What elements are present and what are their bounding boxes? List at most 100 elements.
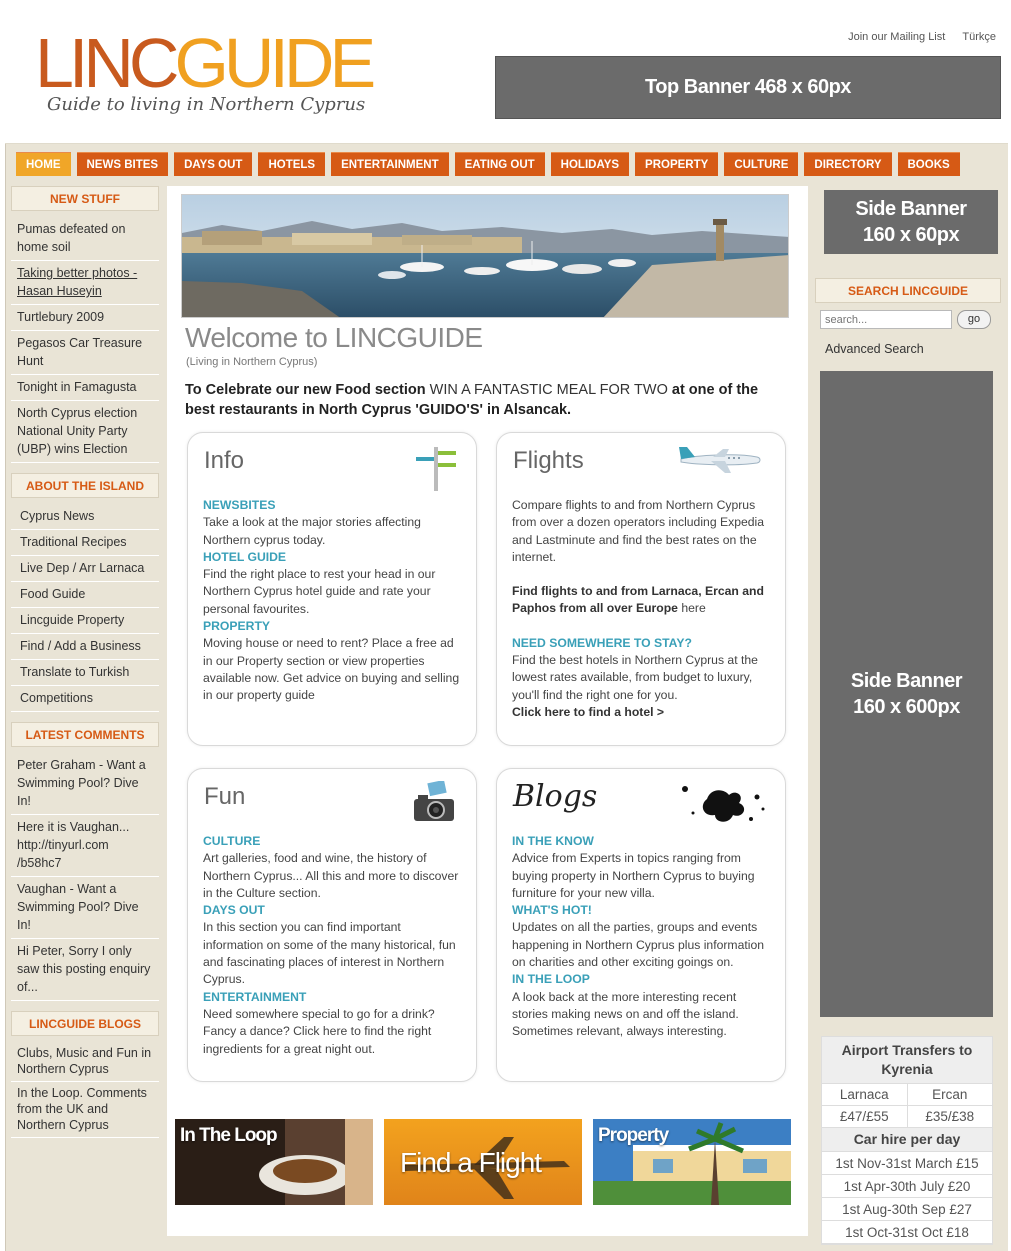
new-stuff-item[interactable]: Taking better photos - Hasan Huseyin: [11, 261, 159, 305]
in-the-know-text: Advice from Experts in topics ranging fr…: [512, 851, 755, 900]
page-title: Welcome to LINCGUIDE: [185, 322, 483, 353]
culture-text: Art galleries, food and wine, the histor…: [203, 851, 459, 900]
comment-item[interactable]: Vaughan - Want a Swimming Pool? Dive In!: [11, 877, 159, 939]
side-banner-small-ad[interactable]: Side Banner 160 x 60px: [824, 190, 998, 254]
find-hotel-link[interactable]: Click here to find a hotel >: [512, 704, 771, 721]
latest-comments-heading: LATEST COMMENTS: [11, 722, 159, 747]
new-stuff-item[interactable]: Pegasos Car Treasure Hunt: [11, 331, 159, 375]
blogs-card-body: IN THE KNOW Advice from Experts in topic…: [512, 833, 771, 1041]
language-link[interactable]: Türkçe: [962, 31, 996, 43]
about-item[interactable]: Cyprus News: [11, 504, 159, 530]
logo-guide: GUIDE: [174, 24, 376, 102]
new-stuff-item[interactable]: Tonight in Famagusta: [11, 375, 159, 401]
fun-card: Fun CULTURE Art galleries, food and wine…: [187, 768, 477, 1082]
promo-tiles: In The Loop Find a Flight Property: [175, 1119, 795, 1205]
comment-item[interactable]: Hi Peter, Sorry I only saw this posting …: [11, 939, 159, 1001]
fun-card-title: Fun: [204, 783, 246, 810]
about-item[interactable]: Traditional Recipes: [11, 530, 159, 556]
comment-item[interactable]: Here it is Vaughan... http://tinyurl.com…: [11, 815, 159, 877]
about-item[interactable]: Food Guide: [11, 582, 159, 608]
nav-books[interactable]: BOOKS: [897, 152, 960, 176]
in-the-loop-text: A look back at the more interesting rece…: [512, 989, 739, 1039]
about-item[interactable]: Competitions: [11, 686, 159, 712]
new-stuff-item[interactable]: Turtlebury 2009: [11, 305, 159, 331]
info-card-body: NEWSBITES Take a look at the major stori…: [203, 497, 462, 705]
side-banner-big-ad[interactable]: Side Banner 160 x 600px: [820, 371, 993, 1017]
side-banner-big-line1: Side Banner: [850, 670, 963, 692]
transfers-col-larnaca: Larnaca: [839, 1087, 889, 1102]
search-input[interactable]: [820, 310, 952, 329]
newsbites-text: Take a look at the major stories affecti…: [203, 515, 421, 547]
find-a-flight-tile-label: Find a Flight: [400, 1147, 542, 1178]
transfers-price-ercan: £35/£38: [906, 1106, 993, 1127]
about-item[interactable]: Find / Add a Business: [11, 634, 159, 660]
transfers-heading: Airport Transfers to Kyrenia: [822, 1037, 992, 1084]
promo-highlight: WIN A FANTASTIC MEAL FOR TWO: [425, 382, 672, 398]
car-hire-row: 1st Nov-31st March £15: [822, 1152, 992, 1175]
nav-news-bites[interactable]: NEWS BITES: [76, 152, 169, 176]
nav-home[interactable]: HOME: [16, 152, 71, 176]
nav-culture[interactable]: CULTURE: [724, 152, 799, 176]
find-a-flight-tile[interactable]: Find a Flight: [384, 1119, 582, 1205]
flights-card-title: Flights: [513, 447, 584, 474]
hotels-text: Find the best hotels in Northern Cyprus …: [512, 653, 758, 702]
header: LINCGUIDE Guide to living in Northern Cy…: [5, 4, 1008, 144]
lincguide-blogs-heading: LINCGUIDE BLOGS: [11, 1011, 159, 1036]
page-subtitle: (Living in Northern Cyprus): [186, 356, 318, 368]
info-card-title: Info: [204, 447, 245, 474]
nav-eating-out[interactable]: EATING OUT: [454, 152, 545, 176]
signpost-icon: [414, 447, 460, 496]
fun-card-body: CULTURE Art galleries, food and wine, th…: [203, 833, 462, 1058]
airplane-icon: [677, 445, 763, 480]
blogs-card-title: Blogs: [513, 779, 598, 814]
transfers-col-ercan: Ercan: [906, 1084, 993, 1105]
property-link[interactable]: PROPERTY: [203, 618, 462, 635]
ink-splat-icon: [677, 779, 767, 834]
top-banner-ad[interactable]: Top Banner 468 x 60px: [495, 56, 1001, 119]
property-tile[interactable]: Property: [593, 1119, 791, 1205]
side-banner-small-line2: 160 x 60px: [862, 224, 960, 246]
food-promo[interactable]: To Celebrate our new Food section WIN A …: [185, 380, 775, 420]
blog-item[interactable]: Clubs, Music and Fun in Northern Cyprus: [11, 1042, 159, 1082]
flights-find-text: Find flights to and from Larnaca, Ercan …: [512, 584, 764, 616]
flights-card: Flights Compare flights to and from Nort…: [496, 432, 786, 746]
top-links: Join our Mailing List Türkçe: [834, 31, 996, 43]
comment-item[interactable]: Peter Graham - Want a Swimming Pool? Div…: [11, 753, 159, 815]
new-stuff-item[interactable]: Pumas defeated on home soil: [11, 217, 159, 261]
nav-directory[interactable]: DIRECTORY: [804, 152, 892, 176]
car-hire-row: 1st Apr-30th July £20: [822, 1175, 992, 1198]
nav-holidays[interactable]: HOLIDAYS: [550, 152, 630, 176]
advanced-search-link[interactable]: Advanced Search: [825, 342, 924, 356]
blog-item[interactable]: In the Loop. Comments from the UK and No…: [11, 1082, 159, 1138]
nav-property[interactable]: PROPERTY: [635, 152, 719, 176]
transfers-price-larnaca: £47/£55: [839, 1109, 889, 1124]
about-item[interactable]: Lincguide Property: [11, 608, 159, 634]
nav-days-out[interactable]: DAYS OUT: [174, 152, 253, 176]
logo-tagline: Guide to living in Northern Cyprus: [47, 94, 366, 115]
in-the-loop-tile[interactable]: In The Loop: [175, 1119, 373, 1205]
search-go-button[interactable]: go: [957, 310, 991, 329]
in-the-know-link[interactable]: IN THE KNOW: [512, 833, 771, 850]
car-hire-row: 1st Oct-31st Oct £18: [822, 1221, 992, 1244]
logo[interactable]: LINCGUIDE: [35, 28, 376, 98]
airport-transfers-table: Airport Transfers to Kyrenia Larnaca Erc…: [821, 1036, 993, 1245]
mailing-list-link[interactable]: Join our Mailing List: [848, 31, 945, 43]
nav-entertainment[interactable]: ENTERTAINMENT: [331, 152, 449, 176]
side-banner-big-line2: 160 x 600px: [853, 696, 960, 718]
flights-here-link[interactable]: here: [678, 601, 705, 615]
need-somewhere-heading[interactable]: NEED SOMEWHERE TO STAY?: [512, 635, 771, 652]
newsbites-link[interactable]: NEWSBITES: [203, 497, 462, 514]
about-item[interactable]: Live Dep / Arr Larnaca: [11, 556, 159, 582]
days-out-link[interactable]: DAYS OUT: [203, 902, 462, 919]
promo-lead: To Celebrate our new Food section: [185, 382, 426, 398]
culture-link[interactable]: CULTURE: [203, 833, 462, 850]
property-tile-label: Property: [598, 1125, 669, 1146]
entertainment-link[interactable]: ENTERTAINMENT: [203, 989, 462, 1006]
in-the-loop-link[interactable]: IN THE LOOP: [512, 971, 771, 988]
about-item[interactable]: Translate to Turkish: [11, 660, 159, 686]
new-stuff-item[interactable]: North Cyprus election National Unity Par…: [11, 401, 159, 463]
whats-hot-link[interactable]: WHAT'S HOT!: [512, 902, 771, 919]
hotel-guide-link[interactable]: HOTEL GUIDE: [203, 549, 462, 566]
whats-hot-text: Updates on all the parties, groups and e…: [512, 920, 765, 970]
nav-hotels[interactable]: HOTELS: [258, 152, 326, 176]
